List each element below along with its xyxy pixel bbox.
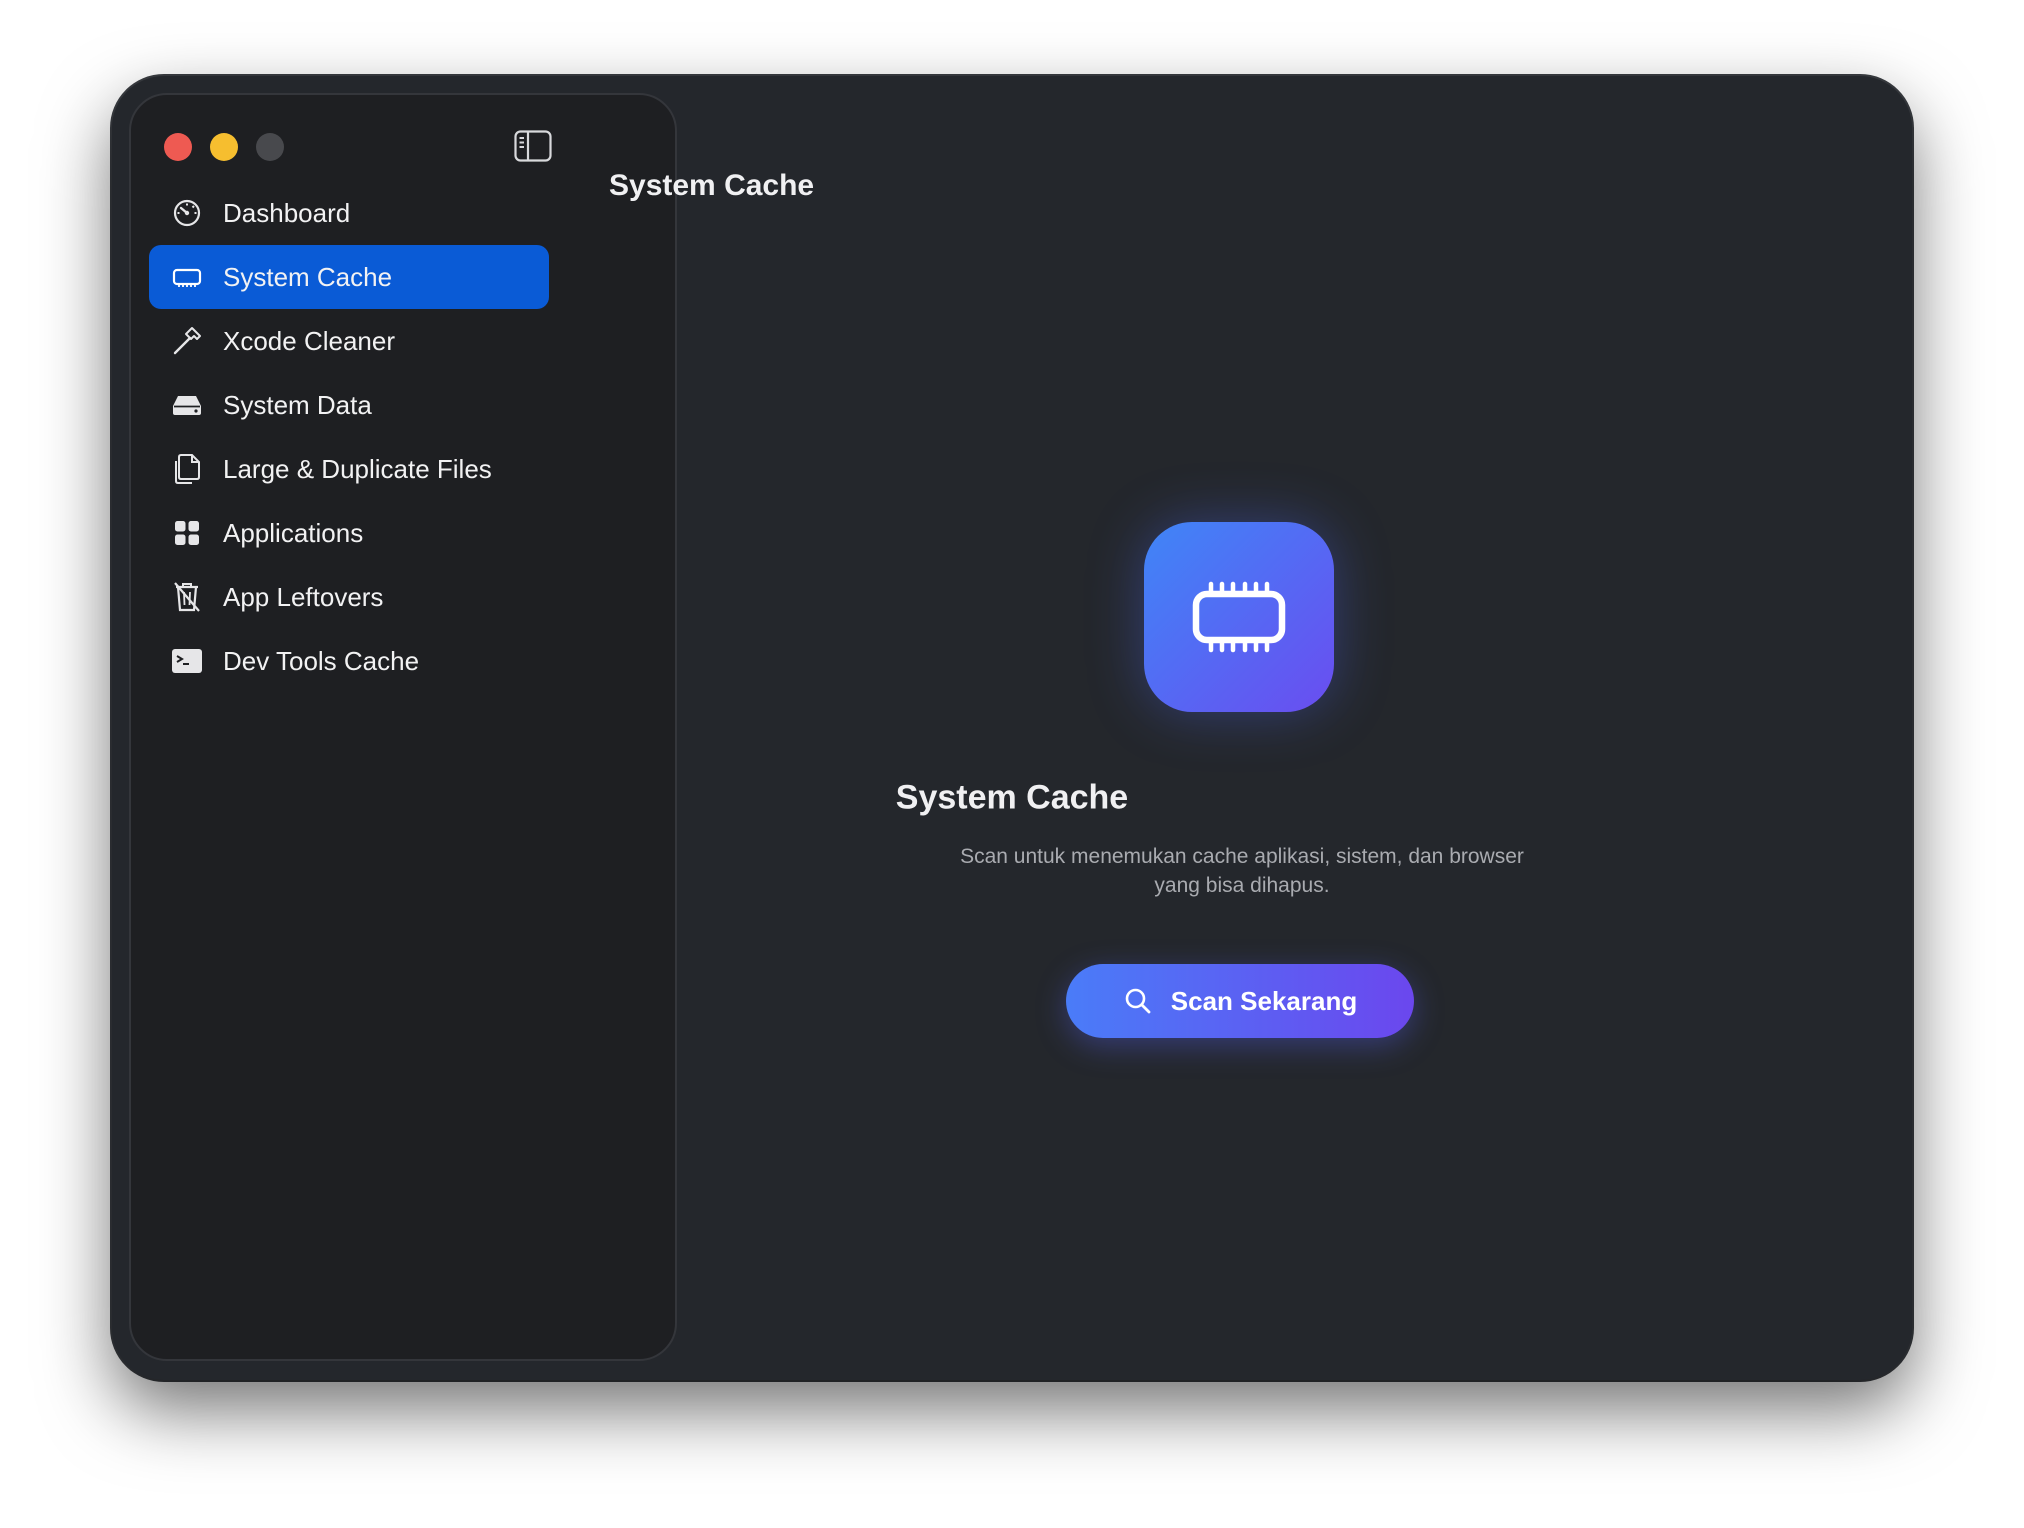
sidebar-item-label: Applications bbox=[223, 517, 364, 548]
sidebar-item-applications[interactable]: Applications bbox=[149, 501, 549, 565]
drive-icon bbox=[171, 389, 203, 421]
hero-description-line: yang bisa dihapus. bbox=[1154, 874, 1330, 897]
sidebar-item-label: App Leftovers bbox=[223, 581, 384, 612]
hammer-icon bbox=[171, 325, 203, 357]
sidebar-item-label: System Data bbox=[223, 389, 372, 420]
minimize-window-button[interactable] bbox=[210, 133, 238, 161]
hero-description: Scan untuk menemukan cache aplikasi, sis… bbox=[812, 842, 1672, 900]
trash-slash-icon bbox=[171, 581, 203, 613]
gauge-icon bbox=[171, 197, 203, 229]
duplicate-docs-icon bbox=[171, 453, 203, 485]
hero-description-line: Scan untuk menemukan cache aplikasi, sis… bbox=[960, 845, 1524, 868]
grid-icon bbox=[171, 517, 203, 549]
sidebar-item-xcode-cleaner[interactable]: Xcode Cleaner bbox=[149, 309, 549, 373]
sidebar-item-system-data[interactable]: System Data bbox=[149, 373, 549, 437]
search-icon bbox=[1125, 988, 1151, 1014]
hero-title: System Cache bbox=[895, 778, 1129, 817]
sidebar-item-system-cache[interactable]: System Cache bbox=[149, 245, 549, 309]
memory-chip-icon bbox=[171, 261, 203, 293]
scan-now-button[interactable]: Scan Sekarang bbox=[1066, 964, 1414, 1038]
sidebar-item-large-duplicate-files[interactable]: Large & Duplicate Files bbox=[149, 437, 549, 501]
maximize-window-button[interactable] bbox=[256, 133, 284, 161]
terminal-icon bbox=[171, 645, 203, 677]
sidebar-item-app-leftovers[interactable]: App Leftovers bbox=[149, 565, 549, 629]
scan-button-label: Scan Sekarang bbox=[1170, 985, 1358, 1016]
memory-chip-icon bbox=[1144, 522, 1334, 712]
sidebar-item-label: Large & Duplicate Files bbox=[223, 453, 492, 484]
sidebar-item-label: Dashboard bbox=[223, 197, 351, 228]
sidebar-item-label: Dev Tools Cache bbox=[223, 645, 420, 676]
sidebar: Dashboard System Cache Xcode Cleaner Sys… bbox=[129, 93, 677, 1361]
sidebar-item-label: Xcode Cleaner bbox=[223, 325, 395, 356]
sidebar-item-dashboard[interactable]: Dashboard bbox=[149, 181, 549, 245]
sidebar-toggle-icon[interactable] bbox=[514, 130, 552, 162]
sidebar-nav: Dashboard System Cache Xcode Cleaner Sys… bbox=[149, 181, 549, 693]
sidebar-item-dev-tools-cache[interactable]: Dev Tools Cache bbox=[149, 629, 549, 693]
page-title: System Cache bbox=[609, 169, 815, 202]
app-window: Dashboard System Cache Xcode Cleaner Sys… bbox=[112, 76, 1912, 1380]
close-window-button[interactable] bbox=[164, 133, 192, 161]
sidebar-item-label: System Cache bbox=[223, 261, 393, 292]
